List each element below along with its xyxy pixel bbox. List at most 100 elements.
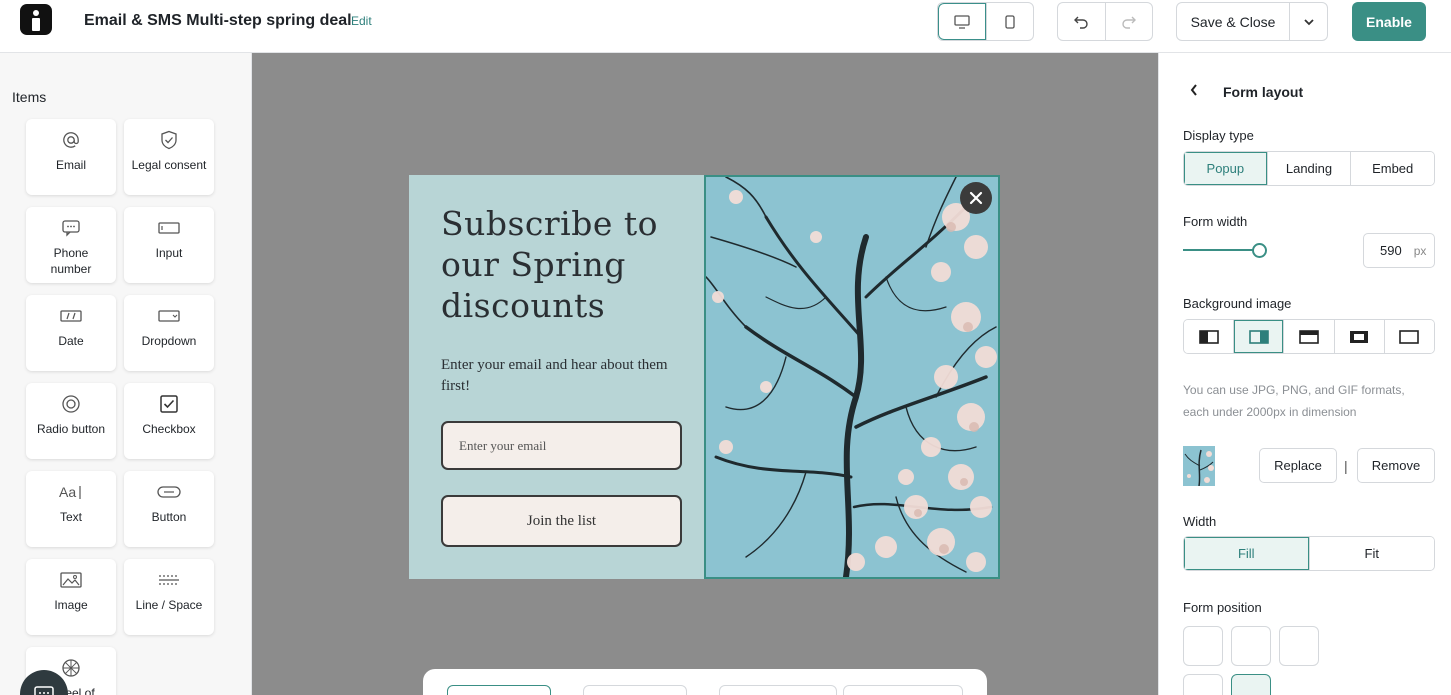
background-image-thumbnail [1183, 446, 1215, 486]
form-width-label: Form width [1183, 214, 1248, 229]
popup-form-preview[interactable]: Subscribe to our Spring discounts Enter … [409, 175, 1000, 579]
item-phone-number[interactable]: Phone number [26, 207, 116, 283]
position-top-left[interactable] [1183, 626, 1223, 666]
item-image[interactable]: Image [26, 559, 116, 635]
edit-title-link[interactable]: Edit [351, 14, 372, 28]
form-width-value: 590 [1380, 243, 1402, 258]
form-position-label: Form position [1183, 600, 1262, 615]
item-label: Dropdown [141, 334, 197, 348]
display-type-landing[interactable]: Landing [1266, 152, 1351, 185]
item-dropdown[interactable]: Dropdown [124, 295, 214, 371]
position-top-center[interactable] [1231, 626, 1271, 666]
popup-background-image[interactable] [704, 175, 1000, 579]
chevron-left-icon [1190, 84, 1197, 96]
remove-image-button[interactable]: Remove [1357, 448, 1435, 483]
image-format-hint: You can use JPG, PNG, and GIF formats, e… [1183, 383, 1405, 419]
chat-icon [62, 220, 80, 237]
form-layout-panel: Form layout Display type Popup Landing E… [1158, 53, 1451, 695]
item-label: Text [59, 510, 82, 524]
position-middle-center[interactable] [1231, 674, 1271, 695]
width-fill-option[interactable]: Fill [1184, 537, 1309, 570]
form-width-input[interactable]: 590 px [1363, 233, 1435, 268]
item-legal-consent[interactable]: Legal consent [124, 119, 214, 195]
wheel-icon [62, 659, 80, 677]
bg-layout-image-top[interactable] [1283, 320, 1334, 353]
at-icon [63, 132, 79, 148]
top-bar: Email & SMS Multi-step spring deal Edit … [0, 0, 1451, 53]
layout-image-frame-icon [1350, 330, 1369, 343]
enable-button[interactable]: Enable [1352, 2, 1426, 41]
display-type-embed[interactable]: Embed [1350, 152, 1434, 185]
bg-layout-image-left[interactable] [1184, 320, 1234, 353]
item-input[interactable]: Input [124, 207, 214, 283]
button-separator: | [1344, 458, 1348, 474]
item-label: Button [151, 510, 187, 524]
width-fit-option[interactable]: Fit [1308, 537, 1434, 570]
save-options-button[interactable] [1289, 3, 1327, 40]
form-width-slider-thumb[interactable] [1252, 243, 1267, 258]
background-image-label: Background image [1183, 296, 1292, 311]
line-space-icon [159, 575, 179, 585]
desktop-view-button[interactable] [938, 3, 986, 40]
chevron-down-icon [1303, 18, 1314, 25]
chat-icon [34, 686, 54, 695]
layout-image-top-icon [1299, 329, 1319, 344]
app-logo[interactable] [20, 4, 52, 35]
item-label: Line / Space [135, 598, 203, 612]
display-type-popup[interactable]: Popup [1184, 152, 1267, 185]
shield-check-icon [161, 130, 177, 150]
display-type-label: Display type [1183, 128, 1254, 143]
width-toggle: Fill Fit [1183, 536, 1435, 571]
form-width-slider-track[interactable] [1183, 249, 1261, 251]
replace-image-button[interactable]: Replace [1259, 448, 1337, 483]
step-tab[interactable] [719, 685, 837, 695]
item-label: Image [54, 598, 88, 612]
popup-heading[interactable]: Subscribe to our Spring discounts [441, 203, 691, 326]
back-button[interactable] [1189, 83, 1199, 102]
button-icon [157, 486, 181, 498]
item-button[interactable]: Button [124, 471, 214, 547]
undo-button[interactable] [1058, 3, 1105, 40]
items-heading: Items [12, 89, 47, 105]
form-width-unit: px [1413, 243, 1427, 258]
save-close-group: Save & Close [1176, 2, 1328, 41]
popup-email-input[interactable]: Enter your email [441, 421, 682, 470]
item-email[interactable]: Email [26, 119, 116, 195]
bg-layout-image-frame[interactable] [1333, 320, 1384, 353]
form-title: Email & SMS Multi-step spring deal [84, 12, 352, 29]
device-toggle [937, 2, 1034, 41]
history-controls [1057, 2, 1153, 41]
layout-image-right-icon [1248, 329, 1269, 344]
popup-subtext[interactable]: Enter your email and hear about them fir… [441, 355, 691, 397]
item-label: Checkbox [142, 422, 196, 436]
undo-icon [1074, 16, 1088, 29]
mobile-view-button[interactable] [986, 3, 1033, 40]
popup-close-button[interactable] [960, 182, 992, 214]
item-checkbox[interactable]: Checkbox [124, 383, 214, 459]
position-top-right[interactable] [1279, 626, 1319, 666]
popup-join-button[interactable]: Join the list [441, 495, 682, 547]
save-close-button[interactable]: Save & Close [1177, 3, 1289, 40]
item-date[interactable]: Date [26, 295, 116, 371]
editor-canvas: Subscribe to our Spring discounts Enter … [252, 53, 1158, 695]
step-tab[interactable] [583, 685, 687, 695]
position-middle-left[interactable] [1183, 674, 1223, 695]
item-label: Date [58, 334, 84, 348]
panel-title: Form layout [1223, 84, 1304, 100]
bg-layout-image-right[interactable] [1233, 320, 1284, 353]
step-tab-active[interactable] [447, 685, 551, 695]
svg-text:Aa: Aa [59, 484, 76, 500]
width-label: Width [1183, 514, 1217, 529]
blossom-thumbnail-image [1183, 446, 1215, 486]
items-sidebar: Items Email Legal consent Phone number I… [0, 53, 252, 695]
item-line-space[interactable]: Line / Space [124, 559, 214, 635]
item-radio-button[interactable]: Radio button [26, 383, 116, 459]
step-tab[interactable] [843, 685, 963, 695]
close-icon [969, 191, 983, 205]
redo-icon [1122, 16, 1136, 29]
bg-layout-none[interactable] [1383, 320, 1434, 353]
display-type-toggle: Popup Landing Embed [1183, 151, 1435, 186]
item-text[interactable]: Aa Text [26, 471, 116, 547]
popup-content: Subscribe to our Spring discounts Enter … [409, 175, 704, 579]
redo-button[interactable] [1104, 3, 1153, 40]
